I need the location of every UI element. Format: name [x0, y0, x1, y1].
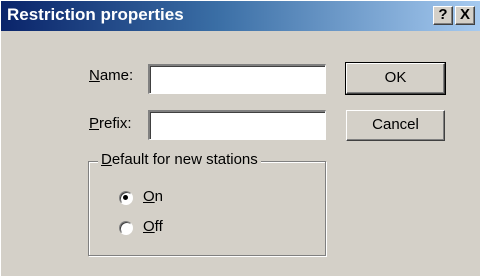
- radio-off-label[interactable]: Off: [143, 218, 163, 235]
- title-bar[interactable]: Restriction properties ? X: [1, 1, 480, 31]
- radio-on-label[interactable]: On: [143, 188, 163, 205]
- radio-off-mnemonic: O: [143, 218, 155, 235]
- prefix-label-text: refix:: [99, 115, 132, 132]
- cancel-button[interactable]: Cancel: [346, 110, 445, 141]
- name-label: Name:: [89, 67, 133, 84]
- radio-off[interactable]: [119, 221, 133, 235]
- group-title-text: efault for new stations: [111, 151, 258, 168]
- group-title: Default for new stations: [98, 151, 261, 168]
- help-button[interactable]: ?: [433, 6, 453, 25]
- radio-off-text: ff: [154, 218, 163, 235]
- close-button[interactable]: X: [455, 6, 475, 25]
- default-for-new-stations-group: [88, 161, 326, 256]
- radio-on-text: n: [154, 188, 164, 205]
- name-label-text: ame:: [99, 67, 134, 84]
- radio-on[interactable]: [119, 191, 133, 205]
- radio-on-mnemonic: O: [143, 188, 155, 205]
- name-input[interactable]: [148, 64, 326, 94]
- prefix-input[interactable]: [148, 110, 326, 140]
- group-title-mnemonic: D: [101, 151, 112, 168]
- restriction-properties-dialog: Restriction properties ? X Name: Prefix:…: [0, 0, 480, 276]
- radio-on-selected-dot: [123, 195, 128, 200]
- name-label-mnemonic: N: [89, 67, 100, 84]
- prefix-label-mnemonic: P: [89, 115, 100, 132]
- ok-button[interactable]: OK: [345, 62, 446, 95]
- window-title: Restriction properties: [7, 5, 184, 24]
- prefix-label: Prefix:: [89, 115, 132, 132]
